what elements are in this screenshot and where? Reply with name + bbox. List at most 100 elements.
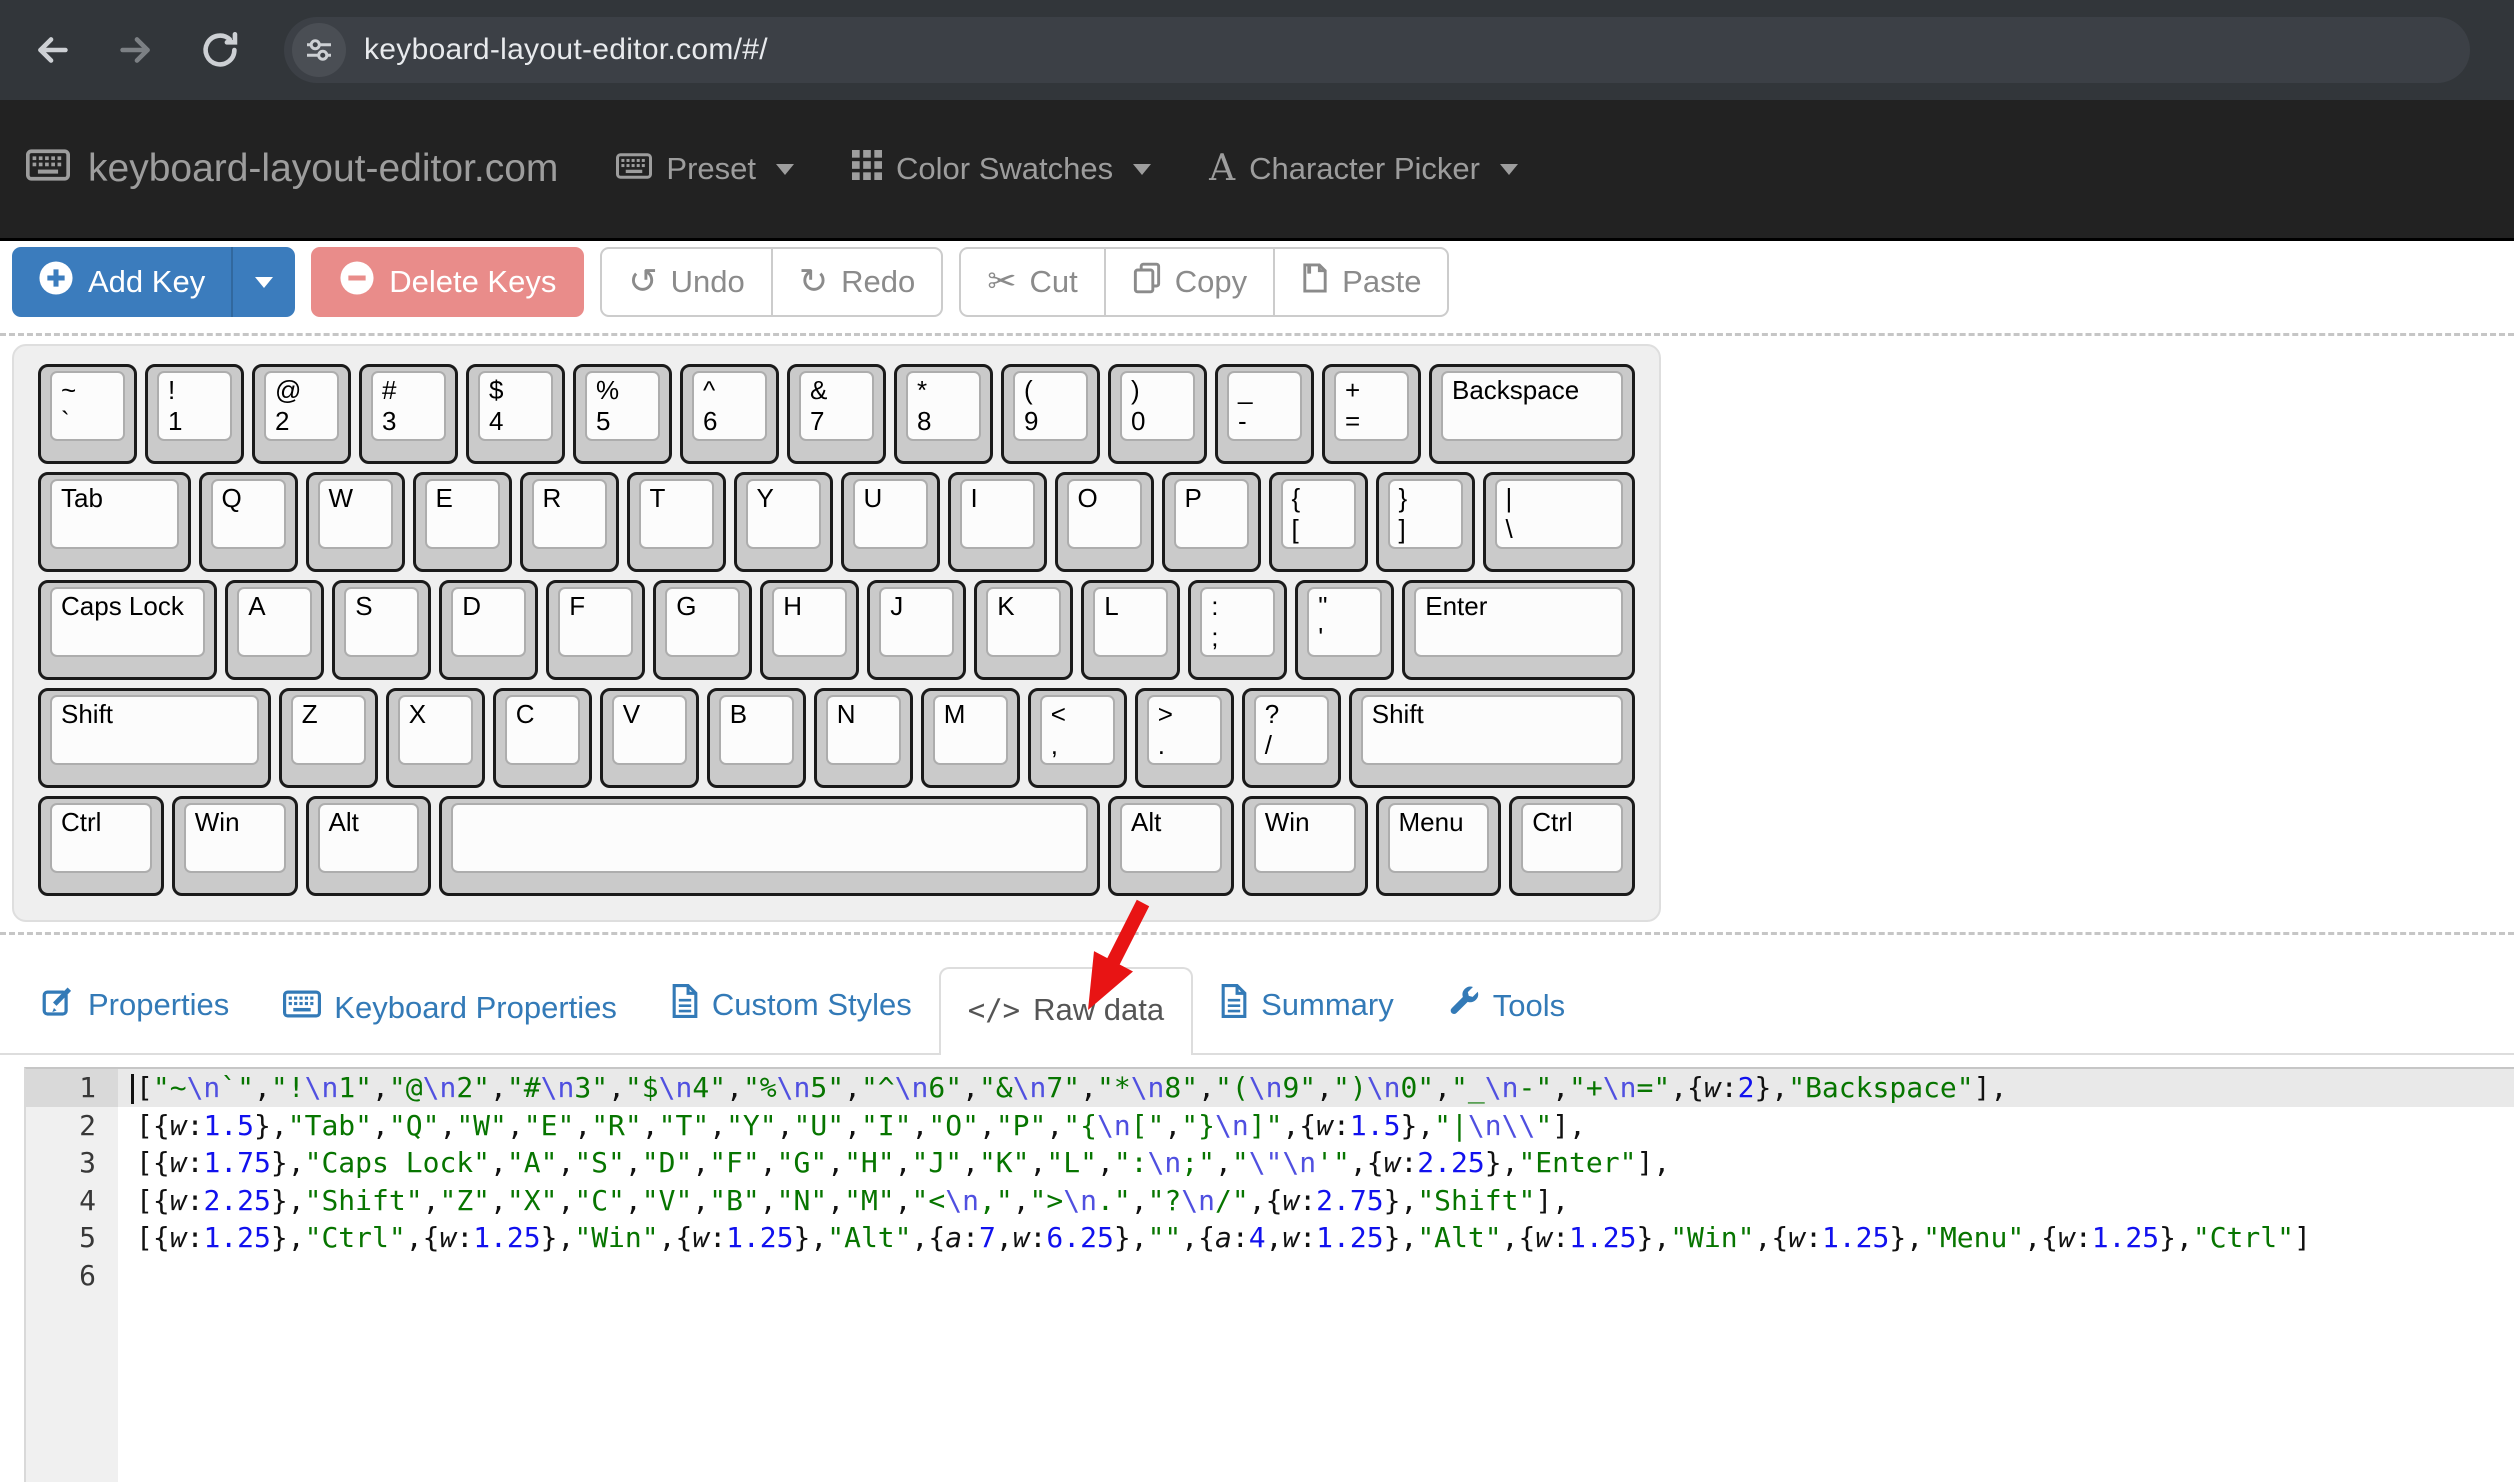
keycap[interactable]: Ctrl — [1509, 796, 1635, 896]
keycap[interactable]: ^6 — [680, 364, 779, 464]
keycap-face: U — [853, 479, 928, 549]
keycap[interactable]: "' — [1295, 580, 1394, 680]
keycap[interactable]: X — [386, 688, 485, 788]
keycap[interactable]: R — [520, 472, 619, 572]
menu-preset[interactable]: Preset — [616, 151, 794, 187]
keycap[interactable]: Alt — [1108, 796, 1234, 896]
keycap[interactable]: Q — [199, 472, 298, 572]
tab-tools[interactable]: Tools — [1421, 986, 1592, 1053]
keycap[interactable]: Menu — [1376, 796, 1502, 896]
keycap[interactable]: Y — [734, 472, 833, 572]
copy-button[interactable]: Copy — [1104, 247, 1275, 317]
keycap[interactable]: S — [332, 580, 431, 680]
keycap[interactable]: Z — [279, 688, 378, 788]
keycap[interactable]: Backspace — [1429, 364, 1635, 464]
paste-button[interactable]: Paste — [1273, 247, 1449, 317]
undo-button[interactable]: ↺ Undo — [600, 247, 772, 317]
add-key-dropdown-button[interactable] — [231, 247, 295, 317]
keycap[interactable]: += — [1322, 364, 1421, 464]
menu-character-picker[interactable]: A Character Picker — [1209, 151, 1518, 187]
keycap[interactable]: (9 — [1001, 364, 1100, 464]
add-key-button[interactable]: Add Key — [12, 247, 231, 317]
keycap[interactable]: Win — [1242, 796, 1368, 896]
redo-button[interactable]: ↻ Redo — [771, 247, 943, 317]
keyboard-canvas[interactable]: ~`!1@2#3$4%5^6&7*8(9)0_-+=BackspaceTabQW… — [12, 344, 1661, 922]
keycap[interactable]: M — [921, 688, 1020, 788]
keycap[interactable]: $4 — [466, 364, 565, 464]
keycap[interactable]: Shift — [38, 688, 271, 788]
raw-data-editor[interactable]: 123456 ["~\n`","!\n1","@\n2","#\n3","$\n… — [24, 1067, 2514, 1482]
keycap[interactable]: E — [413, 472, 512, 572]
menu-color-swatches[interactable]: Color Swatches — [852, 150, 1151, 188]
keycap[interactable]: {[ — [1269, 472, 1368, 572]
keycap[interactable]: )0 — [1108, 364, 1207, 464]
key-top-label: H — [783, 591, 802, 622]
keycap[interactable]: Shift — [1349, 688, 1635, 788]
keycap[interactable] — [439, 796, 1100, 896]
keycap[interactable]: %5 — [573, 364, 672, 464]
keycap[interactable]: #3 — [359, 364, 458, 464]
address-bar[interactable]: keyboard-layout-editor.com/#/ — [284, 17, 2470, 83]
keycap[interactable]: N — [814, 688, 913, 788]
keycap[interactable]: @2 — [252, 364, 351, 464]
text-cursor — [131, 1074, 134, 1104]
keycap[interactable]: H — [760, 580, 859, 680]
keycap[interactable]: _- — [1215, 364, 1314, 464]
keycap[interactable]: W — [306, 472, 405, 572]
keycap[interactable]: Tab — [38, 472, 191, 572]
keycap[interactable]: Ctrl — [38, 796, 164, 896]
keycap[interactable]: B — [707, 688, 806, 788]
delete-keys-button[interactable]: Delete Keys — [311, 247, 584, 317]
keycap[interactable]: D — [439, 580, 538, 680]
keycap[interactable]: ?/ — [1242, 688, 1341, 788]
reload-icon[interactable] — [196, 26, 244, 74]
line-number: 1 — [26, 1069, 118, 1107]
key-bottom-label: 7 — [810, 406, 824, 437]
back-icon[interactable] — [28, 26, 76, 74]
keycap[interactable]: Enter — [1402, 580, 1635, 680]
keycap[interactable]: L — [1081, 580, 1180, 680]
keycap[interactable]: Win — [172, 796, 298, 896]
keycap[interactable]: J — [867, 580, 966, 680]
keycap[interactable]: K — [974, 580, 1073, 680]
keycap[interactable]: >. — [1135, 688, 1234, 788]
code-line: [{w:1.75},"Caps Lock","A","S","D","F","G… — [118, 1144, 2514, 1182]
tab-properties[interactable]: Properties — [14, 984, 256, 1053]
brand-label: keyboard-layout-editor.com — [88, 147, 558, 191]
keycap[interactable]: Caps Lock — [38, 580, 217, 680]
keycap[interactable]: P — [1162, 472, 1261, 572]
keycap-face: S — [344, 587, 419, 657]
keycap[interactable]: C — [493, 688, 592, 788]
tab-summary[interactable]: Summary — [1193, 984, 1421, 1053]
keycap[interactable]: }] — [1376, 472, 1475, 572]
keycap[interactable]: !1 — [145, 364, 244, 464]
keycap[interactable]: F — [546, 580, 645, 680]
cut-button[interactable]: ✂ Cut — [959, 247, 1106, 317]
keycap[interactable]: :; — [1188, 580, 1287, 680]
keycap[interactable]: Alt — [306, 796, 432, 896]
keycap[interactable]: U — [841, 472, 940, 572]
site-info-icon[interactable] — [292, 23, 346, 77]
keycap[interactable]: <, — [1028, 688, 1127, 788]
keycap-face: @2 — [264, 371, 339, 441]
keycap[interactable]: |\ — [1483, 472, 1636, 572]
keycap[interactable]: ~` — [38, 364, 137, 464]
keycap[interactable]: O — [1055, 472, 1154, 572]
tab-custom-styles[interactable]: Custom Styles — [644, 984, 939, 1053]
keycap-face: &7 — [799, 371, 874, 441]
brand-link[interactable]: keyboard-layout-editor.com — [26, 147, 558, 191]
keycap[interactable]: *8 — [894, 364, 993, 464]
editor-code[interactable]: ["~\n`","!\n1","@\n2","#\n3","$\n4","%\n… — [118, 1069, 2514, 1294]
keycap[interactable]: V — [600, 688, 699, 788]
keycap[interactable]: T — [627, 472, 726, 572]
tab-keyboard-properties[interactable]: Keyboard Properties — [256, 990, 644, 1053]
forward-icon[interactable] — [112, 26, 160, 74]
keycap[interactable]: A — [225, 580, 324, 680]
edit-toolbar: Add Key Delete Keys ↺ Undo ↻ Redo ✂ — [12, 247, 2514, 317]
key-top-label: L — [1104, 591, 1118, 622]
keycap-face: %5 — [585, 371, 660, 441]
keycap[interactable]: I — [948, 472, 1047, 572]
tab-raw-data[interactable]: </> Raw data — [939, 967, 1193, 1055]
keycap[interactable]: &7 — [787, 364, 886, 464]
keycap[interactable]: G — [653, 580, 752, 680]
